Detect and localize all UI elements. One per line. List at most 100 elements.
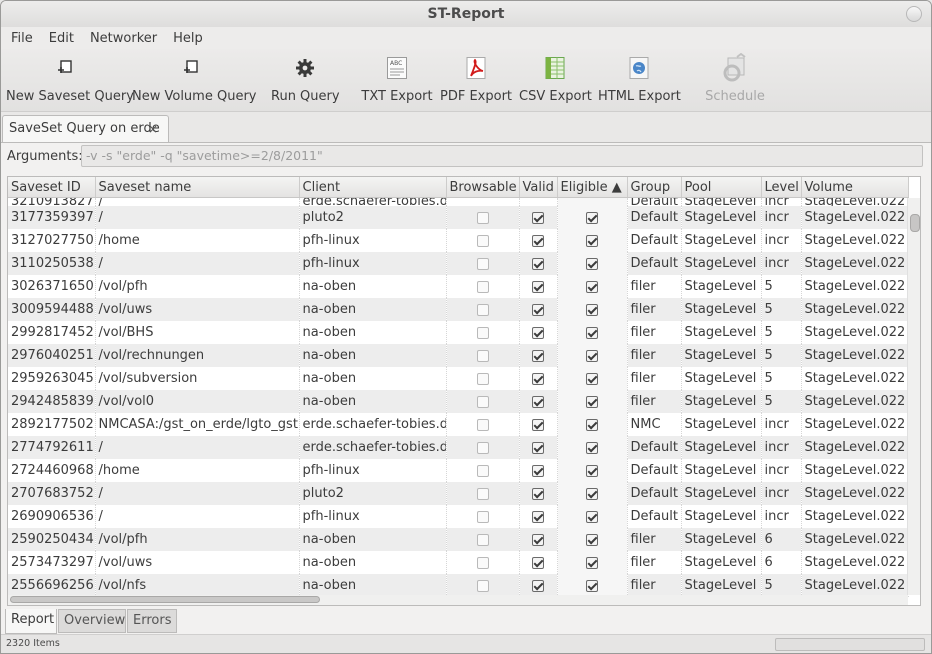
column-header-valid[interactable]: Valid (519, 177, 558, 198)
column-header-saveset-name[interactable]: Saveset name (95, 177, 300, 198)
valid-checkbox[interactable] (532, 556, 544, 569)
table-row[interactable]: 2976040251/vol/rechnungen na-oben filer Sta… (8, 344, 909, 367)
tab-report[interactable]: Report (5, 609, 57, 634)
tab-overview[interactable]: Overview (58, 609, 126, 633)
column-header-browsable[interactable]: Browsable (446, 177, 520, 198)
column-header-saveset-id[interactable]: Saveset ID (8, 177, 96, 198)
browsable-checkbox[interactable] (476, 395, 489, 408)
column-header-client[interactable]: Client (299, 177, 447, 198)
valid-checkbox[interactable] (532, 464, 544, 477)
html-export-button[interactable]: HTML Export (598, 53, 681, 109)
menu-networker[interactable]: Networker (82, 31, 165, 46)
new-volume-query-button[interactable]: New Volume Query (132, 53, 256, 109)
eligible-checkbox[interactable] (586, 418, 598, 431)
browsable-checkbox[interactable] (476, 349, 489, 362)
browsable-checkbox[interactable] (476, 533, 489, 546)
table-row[interactable]: 2892177502 NMCASA:/gst_on_erde/lgto_gst er… (8, 413, 909, 436)
tab-saveset-query[interactable]: SaveSet Query on erde × (2, 115, 169, 142)
browsable-checkbox[interactable] (476, 211, 489, 224)
valid-checkbox[interactable] (532, 303, 544, 316)
table-row[interactable]: 2573473297/vol/uws na-oben filer StageLevel… (8, 551, 909, 574)
txt-export-button[interactable]: ABC TXT Export (361, 53, 433, 109)
tab-close-icon[interactable]: × (148, 116, 158, 142)
eligible-checkbox[interactable] (586, 257, 598, 270)
valid-checkbox[interactable] (532, 257, 544, 270)
table-row[interactable]: 2556696256/vol/nfs na-oben filer StageLevel… (8, 574, 909, 597)
valid-checkbox[interactable] (532, 326, 544, 339)
browsable-checkbox[interactable] (476, 510, 489, 523)
eligible-checkbox[interactable] (586, 326, 598, 339)
browsable-checkbox[interactable] (476, 234, 489, 247)
column-header-volume[interactable]: Volume (801, 177, 909, 198)
window-close-button[interactable] (906, 6, 922, 22)
browsable-checkbox[interactable] (476, 326, 489, 339)
new-saveset-query-button[interactable]: New Saveset Query (6, 53, 134, 109)
eligible-checkbox[interactable] (586, 372, 598, 385)
valid-checkbox[interactable] (532, 418, 544, 431)
valid-checkbox[interactable] (532, 280, 544, 293)
eligible-checkbox[interactable] (586, 349, 598, 362)
eligible-checkbox[interactable] (586, 510, 598, 523)
valid-checkbox[interactable] (532, 579, 544, 592)
column-header-eligible[interactable]: Eligible ▲ (557, 177, 628, 198)
browsable-checkbox[interactable] (476, 303, 489, 316)
tab-errors[interactable]: Errors (127, 609, 177, 633)
table-row[interactable]: 2992817452/vol/BHS na-oben filer StageLevel… (8, 321, 909, 344)
valid-checkbox[interactable] (532, 234, 544, 247)
valid-checkbox[interactable] (532, 395, 544, 408)
valid-checkbox[interactable] (532, 349, 544, 362)
table-row[interactable]: 2942485839/vol/vol0 na-oben filer StageLeve… (8, 390, 909, 413)
vertical-scrollbar[interactable] (907, 198, 920, 595)
eligible-checkbox[interactable] (586, 280, 598, 293)
menu-edit[interactable]: Edit (41, 31, 82, 46)
table-row[interactable]: 3026371650/vol/pfh na-oben filer StageLevel… (8, 275, 909, 298)
browsable-checkbox[interactable] (476, 280, 489, 293)
valid-checkbox[interactable] (532, 372, 544, 385)
csv-export-button[interactable]: CSV Export (519, 53, 592, 109)
table-row[interactable]: 3177359397/pluto2 Default StageLevel incr St… (8, 206, 909, 229)
eligible-checkbox[interactable] (586, 487, 598, 500)
browsable-checkbox[interactable] (476, 464, 489, 477)
browsable-checkbox[interactable] (476, 257, 489, 270)
menu-file[interactable]: File (3, 31, 41, 46)
pdf-export-button[interactable]: PDF Export (440, 53, 512, 109)
table-row[interactable]: 2707683752/pluto2 Default StageLevel incr St… (8, 482, 909, 505)
browsable-checkbox[interactable] (476, 372, 489, 385)
menu-help[interactable]: Help (165, 31, 211, 46)
table-row[interactable]: 3009594488/vol/uws na-oben filer StageLevel… (8, 298, 909, 321)
table-row[interactable]: 2959263045/vol/subversion na-oben filer Sta… (8, 367, 909, 390)
valid-checkbox[interactable] (532, 441, 544, 454)
eligible-checkbox[interactable] (586, 464, 598, 477)
column-header-group[interactable]: Group (627, 177, 682, 198)
table-row[interactable]: 2590250434/vol/pfh na-oben filer StageLevel… (8, 528, 909, 551)
eligible-checkbox[interactable] (586, 556, 598, 569)
browsable-checkbox[interactable] (476, 487, 489, 500)
table-row[interactable]: 2774792611/erde.schaefer-tobies.de Defaul… (8, 436, 909, 459)
vertical-scroll-thumb[interactable] (910, 214, 920, 232)
valid-checkbox[interactable] (532, 510, 544, 523)
table-row-partial[interactable]: 3210913827/erde.schaefer-tobies.de Defaul… (8, 197, 909, 206)
eligible-checkbox[interactable] (586, 211, 598, 224)
horizontal-scroll-thumb[interactable] (10, 596, 320, 603)
table-row[interactable]: 2724460968/home pfh-linux Default StageLeve… (8, 459, 909, 482)
valid-checkbox[interactable] (532, 211, 544, 224)
eligible-checkbox[interactable] (586, 303, 598, 316)
browsable-checkbox[interactable] (476, 441, 489, 454)
column-header-pool[interactable]: Pool (681, 177, 762, 198)
schedule-button[interactable]: Schedule (701, 53, 769, 109)
browsable-checkbox[interactable] (476, 418, 489, 431)
column-header-level[interactable]: Level (761, 177, 802, 198)
arguments-input[interactable]: -v -s "erde" -q "savetime>=2/8/2011" (81, 145, 923, 167)
eligible-checkbox[interactable] (586, 533, 598, 546)
browsable-checkbox[interactable] (476, 579, 489, 592)
valid-checkbox[interactable] (532, 487, 544, 500)
table-row[interactable]: 3110250538/pfh-linux Default StageLevel inc… (8, 252, 909, 275)
table-row[interactable]: 2690906536/pfh-linux Default StageLevel inc… (8, 505, 909, 528)
table-row[interactable]: 3127027750/home pfh-linux Default StageLeve… (8, 229, 909, 252)
horizontal-scrollbar[interactable] (8, 595, 908, 605)
valid-checkbox[interactable] (532, 533, 544, 546)
eligible-checkbox[interactable] (586, 395, 598, 408)
eligible-checkbox[interactable] (586, 579, 598, 592)
run-query-button[interactable]: Run Query (271, 53, 340, 109)
eligible-checkbox[interactable] (586, 234, 598, 247)
